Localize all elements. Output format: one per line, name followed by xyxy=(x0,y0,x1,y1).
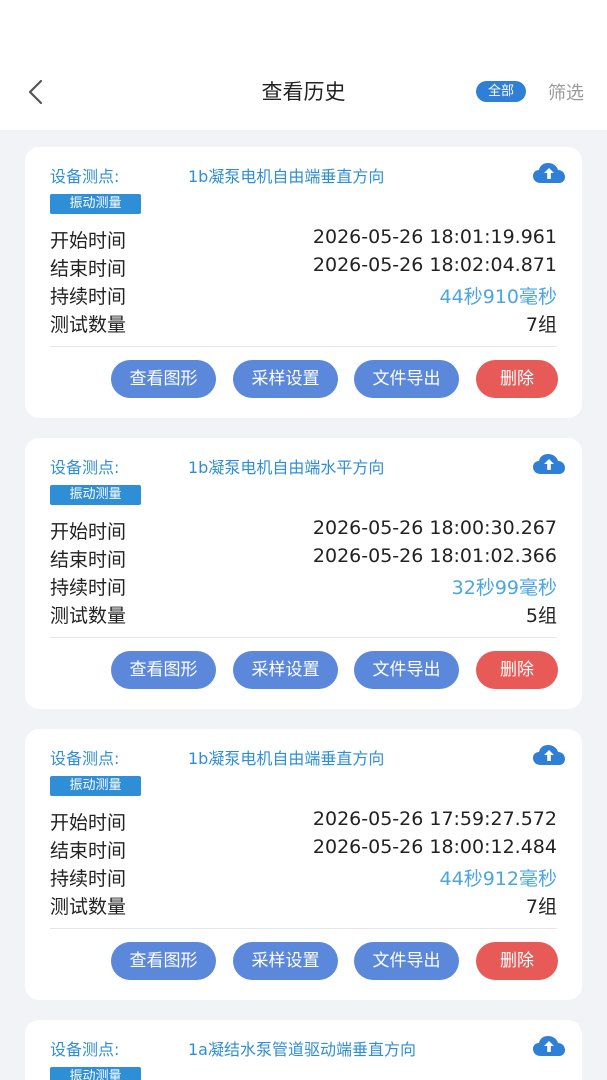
start-time-label: 开始时间 xyxy=(50,230,127,252)
filter-all-badge[interactable]: 全部 xyxy=(476,81,526,102)
point-name: 1b凝泵电机自由端水平方向 xyxy=(188,458,385,477)
history-card: 设备测点: 1b凝泵电机自由端垂直方向 振动测量 开始时间 2026-05-26… xyxy=(25,147,582,418)
delete-button[interactable]: 删除 xyxy=(476,942,558,980)
point-label: 设备测点: xyxy=(50,458,120,477)
filter-button[interactable]: 筛选 xyxy=(548,79,584,105)
sample-settings-button[interactable]: 采样设置 xyxy=(233,360,338,398)
export-file-button[interactable]: 文件导出 xyxy=(354,360,459,398)
view-graph-button[interactable]: 查看图形 xyxy=(111,651,216,689)
point-label: 设备测点: xyxy=(50,1040,120,1059)
start-time-value: 2026-05-26 18:01:19.961 xyxy=(312,226,557,248)
point-label: 设备测点: xyxy=(50,749,120,768)
history-card: 设备测点: 1a凝结水泵管道驱动端垂直方向 振动测量 xyxy=(25,1020,582,1080)
history-list: 设备测点: 1b凝泵电机自由端垂直方向 振动测量 开始时间 2026-05-26… xyxy=(0,0,607,1080)
point-label: 设备测点: xyxy=(50,167,120,186)
measurement-type-tag: 振动测量 xyxy=(50,485,141,505)
start-time-value: 2026-05-26 18:00:30.267 xyxy=(312,517,557,539)
duration-label: 持续时间 xyxy=(50,286,127,308)
count-value: 5组 xyxy=(525,605,557,627)
divider xyxy=(50,637,557,638)
export-file-button[interactable]: 文件导出 xyxy=(354,651,459,689)
duration-value: 44秒912毫秒 xyxy=(439,868,557,890)
duration-value: 44秒910毫秒 xyxy=(439,286,557,308)
start-time-value: 2026-05-26 17:59:27.572 xyxy=(312,808,557,830)
divider xyxy=(50,928,557,929)
end-time-value: 2026-05-26 18:01:02.366 xyxy=(312,545,557,567)
start-time-label: 开始时间 xyxy=(50,812,127,834)
count-value: 7组 xyxy=(525,896,557,918)
sample-settings-button[interactable]: 采样设置 xyxy=(233,942,338,980)
sample-settings-button[interactable]: 采样设置 xyxy=(233,651,338,689)
end-time-value: 2026-05-26 18:02:04.871 xyxy=(312,254,557,276)
view-graph-button[interactable]: 查看图形 xyxy=(111,360,216,398)
point-name: 1a凝结水泵管道驱动端垂直方向 xyxy=(188,1040,416,1059)
duration-label: 持续时间 xyxy=(50,868,127,890)
history-card: 设备测点: 1b凝泵电机自由端垂直方向 振动测量 开始时间 2026-05-26… xyxy=(25,729,582,1000)
delete-button[interactable]: 删除 xyxy=(476,360,558,398)
point-name: 1b凝泵电机自由端垂直方向 xyxy=(188,749,385,768)
end-time-label: 结束时间 xyxy=(50,549,127,571)
end-time-label: 结束时间 xyxy=(50,840,127,862)
end-time-value: 2026-05-26 18:00:12.484 xyxy=(312,836,557,858)
cloud-upload-icon[interactable] xyxy=(532,744,566,766)
point-name: 1b凝泵电机自由端垂直方向 xyxy=(188,167,385,186)
view-graph-button[interactable]: 查看图形 xyxy=(111,942,216,980)
duration-label: 持续时间 xyxy=(50,577,127,599)
duration-value: 32秒99毫秒 xyxy=(451,577,557,599)
cloud-upload-icon[interactable] xyxy=(532,453,566,475)
count-label: 测试数量 xyxy=(50,314,127,336)
cloud-upload-icon[interactable] xyxy=(532,1035,566,1057)
divider xyxy=(50,346,557,347)
count-label: 测试数量 xyxy=(50,896,127,918)
count-label: 测试数量 xyxy=(50,605,127,627)
measurement-type-tag: 振动测量 xyxy=(50,776,141,796)
export-file-button[interactable]: 文件导出 xyxy=(354,942,459,980)
top-bar: 查看历史 全部 筛选 xyxy=(0,0,607,130)
history-card: 设备测点: 1b凝泵电机自由端水平方向 振动测量 开始时间 2026-05-26… xyxy=(25,438,582,709)
count-value: 7组 xyxy=(525,314,557,336)
measurement-type-tag: 振动测量 xyxy=(50,194,141,214)
cloud-upload-icon[interactable] xyxy=(532,162,566,184)
start-time-label: 开始时间 xyxy=(50,521,127,543)
end-time-label: 结束时间 xyxy=(50,258,127,280)
delete-button[interactable]: 删除 xyxy=(476,651,558,689)
measurement-type-tag: 振动测量 xyxy=(50,1067,141,1080)
